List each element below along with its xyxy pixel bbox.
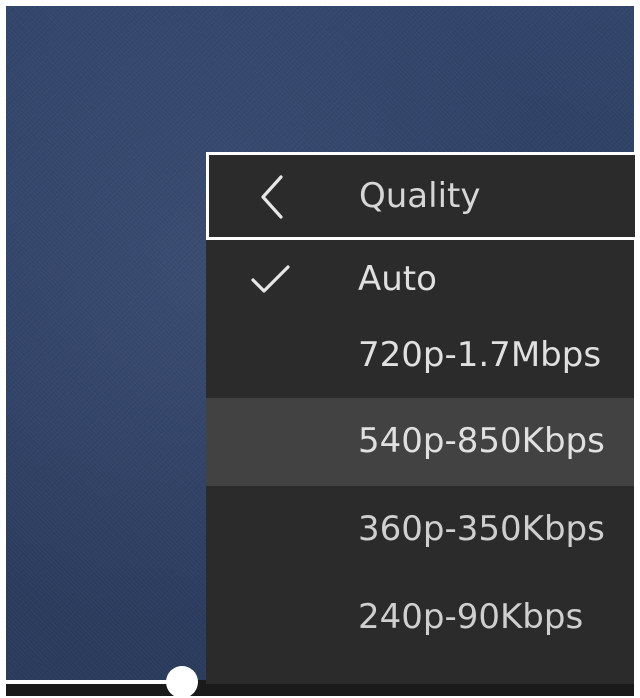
chevron-left-icon[interactable] [253,174,293,220]
player-frame: Quality Auto 720p-1.7Mbps 540p-850Kbps 3… [0,0,640,698]
seek-thumb[interactable] [165,666,198,698]
checkmark-icon [251,265,290,293]
quality-option-label: 360p-350Kbps [358,509,605,549]
quality-option-label: Auto [358,259,437,299]
quality-option-auto[interactable]: Auto [206,236,634,324]
quality-menu-header[interactable]: Quality [206,152,638,240]
quality-menu-title: Quality [359,176,481,216]
quality-option-540p[interactable]: 540p-850Kbps [206,398,634,486]
quality-option-label: 720p-1.7Mbps [358,335,602,375]
quality-option-240p[interactable]: 240p-90Kbps [206,574,634,662]
quality-option-360p[interactable]: 360p-350Kbps [206,486,634,574]
seek-bar-played[interactable] [6,680,182,684]
quality-option-720p[interactable]: 720p-1.7Mbps [206,312,634,400]
quality-option-label: 240p-90Kbps [358,597,584,637]
quality-option-label: 540p-850Kbps [358,421,605,461]
